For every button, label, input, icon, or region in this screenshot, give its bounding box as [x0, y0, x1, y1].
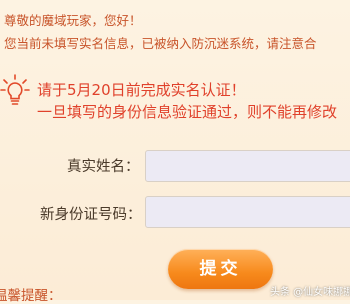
watermark-text: 头条 @仙女味挪挪	[270, 287, 350, 298]
anti-addiction-notice: 您当前未填写实名信息，已被纳入防沉迷系统，请注意合	[4, 36, 317, 51]
id-number-label: 新身份证号码：	[40, 207, 142, 223]
reminder-heading: 温馨提醒：	[0, 288, 62, 304]
real-name-label: 真实姓名：	[67, 159, 140, 175]
greeting-text: 尊敬的魔域玩家，您好！	[4, 13, 142, 28]
lightbulb-warning-icon	[0, 74, 30, 105]
id-number-input[interactable]	[145, 196, 350, 228]
irreversible-warning: 一旦填写的身份信息验证通过，则不能再修改	[37, 103, 338, 121]
real-name-input[interactable]	[145, 150, 350, 182]
deadline-warning: 请于5月20日前完成实名认证！	[37, 81, 246, 99]
submit-button[interactable]: 提交	[168, 249, 273, 289]
